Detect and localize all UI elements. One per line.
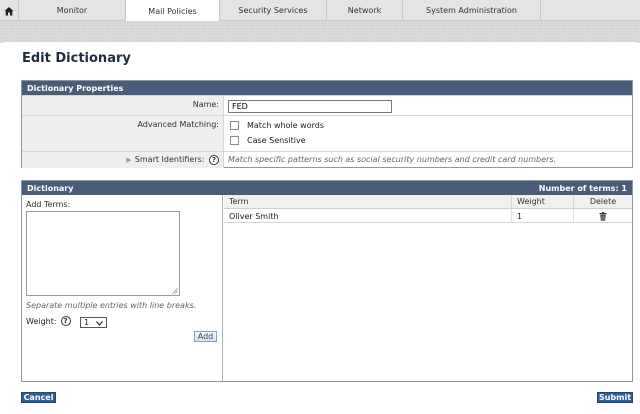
smart-identifiers-toggle[interactable]: ▶ Smart Identifiers: ? <box>22 152 224 168</box>
chevron-down-icon <box>96 321 103 326</box>
cancel-button[interactable]: Cancel <box>21 392 56 403</box>
submit-button[interactable]: Submit <box>597 392 633 403</box>
delete-term-button[interactable] <box>574 209 632 223</box>
home-button[interactable] <box>0 0 19 21</box>
match-whole-words-option[interactable]: Match whole words <box>230 121 324 130</box>
trash-icon <box>599 211 607 221</box>
smart-identifiers-row: ▶ Smart Identifiers: ? Match specific pat… <box>22 151 632 168</box>
name-label: Name: <box>22 96 224 115</box>
match-whole-words-label: Match whole words <box>247 121 324 130</box>
add-button[interactable]: Add <box>194 331 217 342</box>
header-stripe <box>0 21 640 43</box>
help-icon[interactable]: ? <box>209 155 219 165</box>
expand-triangle-icon: ▶ <box>126 156 132 164</box>
tab-security-services[interactable]: Security Services <box>220 0 327 21</box>
dictionary-panel: Dictionary Number of terms: 1 Add Terms:… <box>21 180 633 382</box>
page-title: Edit Dictionary <box>22 51 131 66</box>
case-sensitive-checkbox[interactable] <box>230 136 239 145</box>
dictionary-properties-panel: Dictionary Properties Name: Advanced Mat… <box>21 80 633 168</box>
match-whole-words-checkbox[interactable] <box>230 121 239 130</box>
terms-table: Term Weight Delete Oliver Smith 1 <box>224 195 632 381</box>
add-terms-hint: Separate multiple entries with line brea… <box>26 301 197 310</box>
smart-identifiers-description: Match specific patterns such as social s… <box>228 155 557 164</box>
term-column-header: Term <box>224 195 512 209</box>
weight-column-header: Weight <box>512 195 574 209</box>
dictionary-panel-title: Dictionary <box>27 183 74 193</box>
weight-label: Weight: <box>26 316 57 326</box>
tab-mail-policies[interactable]: Mail Policies <box>126 0 220 22</box>
top-navigation: Monitor Mail Policies Security Services … <box>0 0 640 22</box>
table-row: Oliver Smith 1 <box>224 209 632 223</box>
weight-cell: 1 <box>512 209 574 223</box>
weight-select[interactable]: 1 <box>80 317 107 328</box>
tab-network[interactable]: Network <box>327 0 403 21</box>
add-terms-textarea[interactable] <box>26 211 180 296</box>
weight-select-value: 1 <box>84 318 90 327</box>
tab-monitor[interactable]: Monitor <box>19 0 126 21</box>
tab-system-administration[interactable]: System Administration <box>403 0 541 21</box>
delete-column-header: Delete <box>574 195 632 209</box>
add-terms-section: Add Terms: Separate multiple entries wit… <box>22 195 223 381</box>
resize-handle-icon[interactable] <box>172 288 178 294</box>
properties-panel-title: Dictionary Properties <box>27 83 124 93</box>
advanced-matching-row: Advanced Matching: Match whole words Cas… <box>22 115 632 151</box>
smart-identifiers-label: Smart Identifiers: <box>134 155 205 164</box>
case-sensitive-option[interactable]: Case Sensitive <box>230 136 306 145</box>
weight-help-icon[interactable]: ? <box>60 316 71 326</box>
properties-panel-header: Dictionary Properties <box>22 81 632 95</box>
dictionary-panel-header: Dictionary Number of terms: 1 <box>22 181 632 195</box>
home-icon <box>4 6 14 15</box>
name-row: Name: <box>22 95 632 115</box>
term-count: Number of terms: 1 <box>538 183 627 193</box>
weight-control: Weight: ? <box>26 316 71 326</box>
add-terms-label: Add Terms: <box>26 200 71 209</box>
term-cell: Oliver Smith <box>224 209 512 223</box>
name-input[interactable] <box>228 100 392 113</box>
case-sensitive-label: Case Sensitive <box>247 136 306 145</box>
advanced-matching-label: Advanced Matching: <box>22 116 224 151</box>
